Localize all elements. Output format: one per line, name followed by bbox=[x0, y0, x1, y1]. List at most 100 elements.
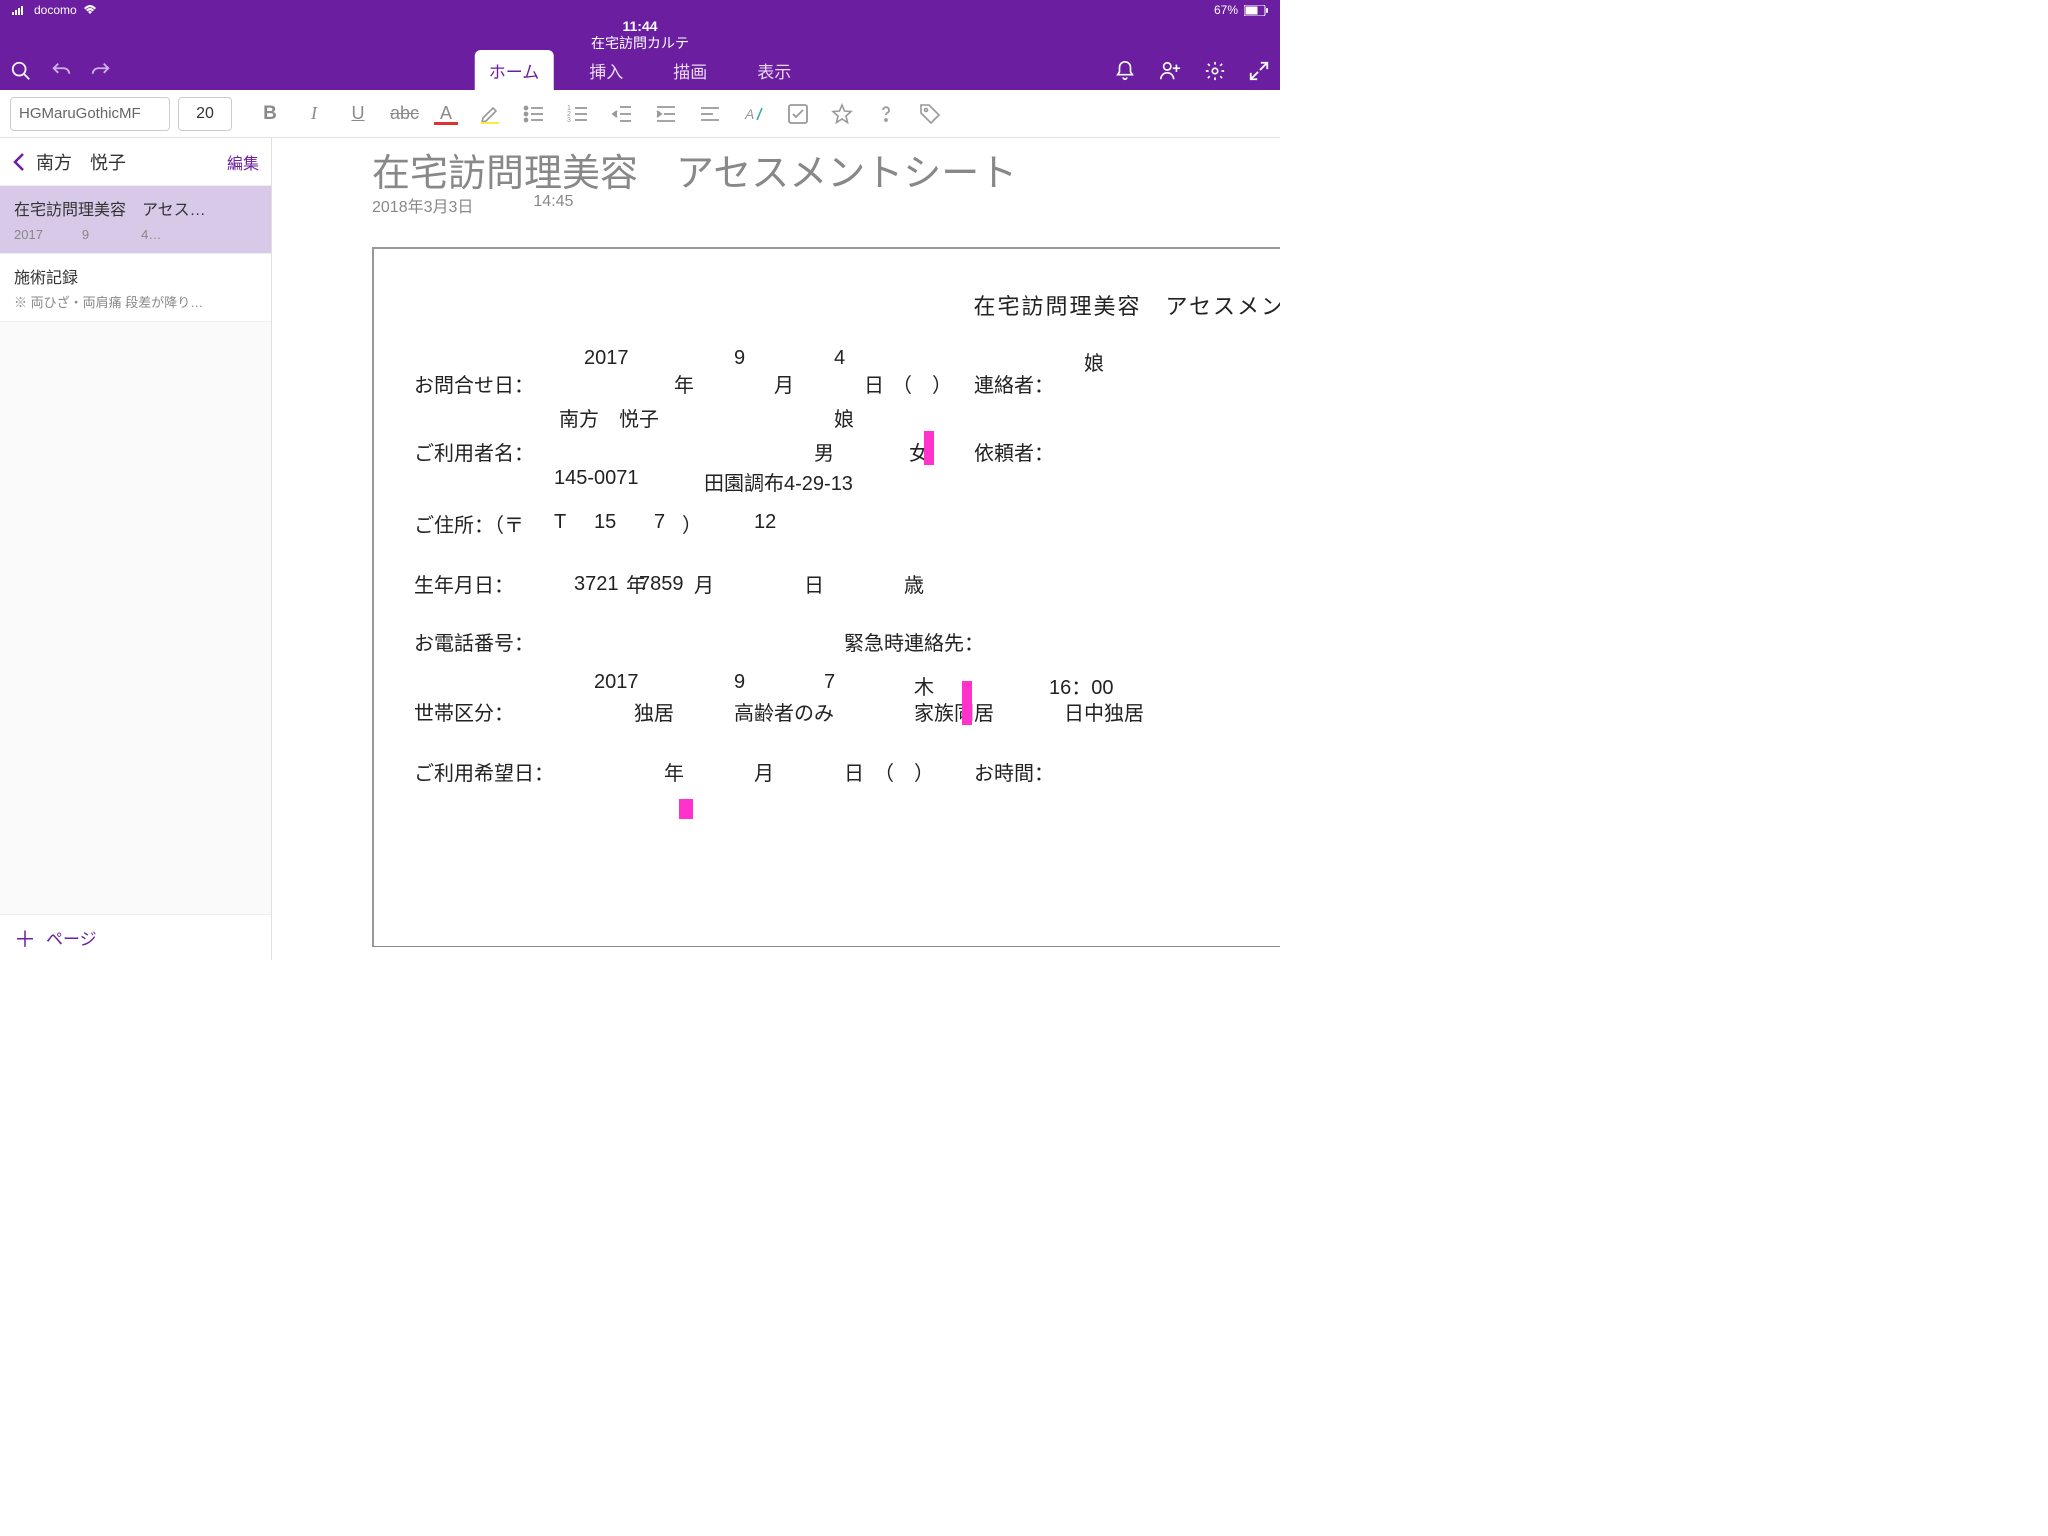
back-icon[interactable] bbox=[12, 152, 26, 172]
help-button[interactable] bbox=[874, 102, 898, 126]
label-household: 世帯区分： bbox=[414, 697, 514, 726]
highlight-bottom bbox=[679, 799, 693, 819]
value-t2: 15 bbox=[594, 511, 616, 534]
value-hw: 木 bbox=[914, 671, 934, 700]
label-phone: お電話番号： bbox=[414, 627, 534, 656]
battery-label: 67% bbox=[1214, 3, 1238, 17]
page-sidebar: 南方 悦子 編集 在宅訪問理美容 アセス… 2017 9 4… 施術記録 ※ 両… bbox=[0, 138, 272, 960]
label-address-end: ） bbox=[682, 509, 702, 538]
label-h1: 独居 bbox=[634, 697, 674, 726]
value-ht: 16：00 bbox=[1049, 671, 1114, 700]
label-dob-day: 日 bbox=[804, 569, 824, 598]
value-name: 南方 悦子 bbox=[559, 403, 659, 432]
redo-icon[interactable] bbox=[90, 60, 112, 82]
label-wish-day: 日 bbox=[844, 757, 864, 786]
highlight-female bbox=[924, 431, 934, 465]
header-time: 11:44 bbox=[622, 18, 657, 34]
value-addr: 田園調布4-29-13 bbox=[704, 467, 853, 496]
add-page-button[interactable]: ＋ ページ bbox=[0, 914, 271, 960]
ribbon-tabs: ホーム 挿入 描画 表示 bbox=[475, 50, 806, 93]
label-age: 歳 bbox=[904, 569, 924, 598]
value-requester: 娘 bbox=[834, 403, 854, 432]
app-header: 11:44 在宅訪問カルテ ホーム 挿入 描画 表示 bbox=[0, 20, 1280, 90]
value-hy: 2017 bbox=[594, 671, 639, 694]
bullets-button[interactable] bbox=[522, 102, 546, 126]
label-dob: 生年月日： bbox=[414, 569, 514, 598]
note-canvas[interactable]: 在宅訪問理美容 アセスメントシート 2018年3月3日 14:45 在宅訪問理美… bbox=[272, 138, 1280, 960]
page-item-assessment[interactable]: 在宅訪問理美容 アセス… 2017 9 4… bbox=[0, 186, 271, 254]
label-h2: 高齢者のみ bbox=[734, 697, 834, 726]
value-dob1: 3721 bbox=[574, 573, 619, 596]
align-button[interactable] bbox=[698, 102, 722, 126]
label-contact-date: お問合せ日： bbox=[414, 369, 534, 398]
form-box[interactable]: 在宅訪問理美容 アセスメントシート お問合せ日： 2017 年 9 月 4 日 … bbox=[372, 247, 1280, 947]
highlight-household bbox=[962, 681, 972, 725]
font-family-select[interactable]: HGMaruGothicMF bbox=[10, 97, 170, 131]
label-requester: 依頼者： bbox=[974, 437, 1054, 466]
section-title: 南方 悦子 bbox=[36, 149, 217, 175]
fullscreen-icon[interactable] bbox=[1248, 60, 1270, 82]
page-time: 14:45 bbox=[533, 193, 573, 217]
svg-text:A: A bbox=[744, 106, 754, 122]
label-wish-year: 年 bbox=[664, 757, 684, 786]
search-icon[interactable] bbox=[10, 60, 32, 82]
label-wishdate: ご利用希望日： bbox=[414, 757, 554, 786]
indent-button[interactable] bbox=[654, 102, 678, 126]
italic-button[interactable]: I bbox=[302, 103, 326, 124]
status-bar: docomo 67% bbox=[0, 0, 1280, 20]
star-tag-button[interactable] bbox=[830, 102, 854, 126]
wifi-icon bbox=[83, 5, 97, 15]
label-h3: 家族同居 bbox=[914, 697, 994, 726]
value-day: 4 bbox=[834, 347, 845, 370]
share-person-icon[interactable] bbox=[1158, 60, 1182, 82]
format-toolbar: HGMaruGothicMF 20 B I U abc A 123 A bbox=[0, 90, 1280, 138]
label-address: ご住所：（〒 bbox=[414, 509, 524, 538]
value-t4: 12 bbox=[754, 511, 776, 534]
label-wish-month: 月 bbox=[754, 757, 774, 786]
outdent-button[interactable] bbox=[610, 102, 634, 126]
carrier-label: docomo bbox=[34, 3, 77, 17]
gear-icon[interactable] bbox=[1204, 60, 1226, 82]
tab-draw[interactable]: 描画 bbox=[659, 50, 721, 93]
page-date: 2018年3月3日 bbox=[372, 193, 473, 217]
label-year: 年 bbox=[674, 369, 694, 398]
value-hm: 9 bbox=[734, 671, 745, 694]
label-wish-paren: （ ） bbox=[874, 757, 934, 786]
label-username: ご利用者名： bbox=[414, 437, 534, 466]
label-male: 男 bbox=[814, 437, 834, 466]
value-hd: 7 bbox=[824, 671, 835, 694]
value-year: 2017 bbox=[584, 347, 629, 370]
underline-button[interactable]: U bbox=[346, 103, 370, 124]
tab-insert[interactable]: 挿入 bbox=[575, 50, 637, 93]
strikethrough-button[interactable]: abc bbox=[390, 103, 414, 124]
tag-button[interactable] bbox=[918, 102, 942, 126]
todo-button[interactable] bbox=[786, 102, 810, 126]
label-emergency: 緊急時連絡先： bbox=[844, 627, 984, 656]
value-zip: 145-0071 bbox=[554, 467, 639, 490]
label-day: 日 bbox=[864, 369, 884, 398]
page-title: 在宅訪問理美容 アセスメントシート bbox=[272, 138, 1280, 197]
bell-icon[interactable] bbox=[1114, 60, 1136, 82]
bold-button[interactable]: B bbox=[258, 103, 282, 125]
value-month: 9 bbox=[734, 347, 745, 370]
edit-button[interactable]: 編集 bbox=[227, 150, 259, 174]
label-month: 月 bbox=[774, 369, 794, 398]
value-dob2: 7859 bbox=[639, 573, 684, 596]
font-color-button[interactable]: A bbox=[434, 103, 458, 125]
tab-view[interactable]: 表示 bbox=[743, 50, 805, 93]
label-h4: 日中独居 bbox=[1064, 697, 1144, 726]
label-contactby: 連絡者： bbox=[974, 369, 1054, 398]
undo-icon[interactable] bbox=[50, 60, 72, 82]
label-dob-month: 月 bbox=[694, 569, 714, 598]
label-wishtime: お時間： bbox=[974, 757, 1054, 786]
tab-home[interactable]: ホーム bbox=[475, 50, 554, 93]
form-heading: 在宅訪問理美容 アセスメントシート bbox=[414, 289, 1280, 321]
styles-button[interactable]: A bbox=[742, 102, 766, 126]
svg-text:3: 3 bbox=[567, 117, 571, 124]
numbering-button[interactable]: 123 bbox=[566, 102, 590, 126]
value-contactby: 娘 bbox=[1084, 347, 1104, 376]
highlight-button[interactable] bbox=[478, 102, 502, 126]
font-size-select[interactable]: 20 bbox=[178, 97, 232, 131]
page-item-record[interactable]: 施術記録 ※ 両ひざ・両肩痛 段差が降り… bbox=[0, 254, 271, 322]
battery-icon bbox=[1244, 5, 1268, 16]
